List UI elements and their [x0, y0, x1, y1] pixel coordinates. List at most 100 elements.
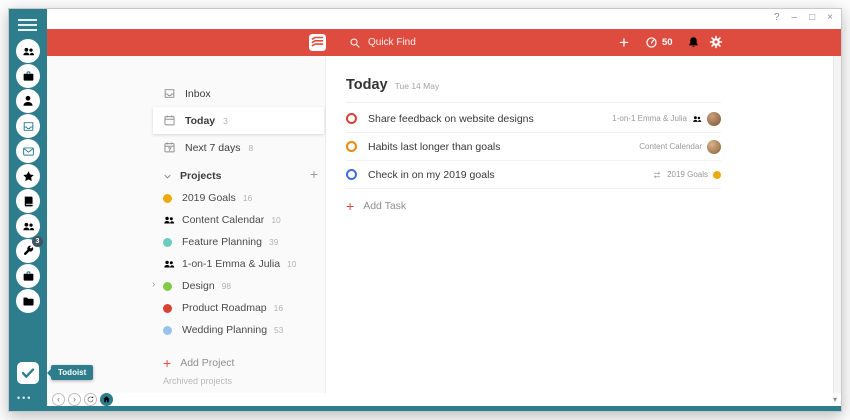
quick-find-search[interactable]: Quick Find	[349, 29, 416, 56]
briefcase-icon[interactable]	[16, 64, 40, 88]
project-name: Design	[182, 280, 215, 292]
task-row[interactable]: Check in on my 2019 goals 2019 Goals	[346, 161, 721, 189]
karma-icon	[645, 36, 658, 49]
forward-button[interactable]: ›	[68, 393, 81, 406]
project-color-dot	[163, 326, 172, 335]
book-icon[interactable]	[16, 189, 40, 213]
add-project-button[interactable]: + Add Project	[163, 355, 324, 371]
add-task-button[interactable]: + Add Task	[346, 198, 721, 214]
project-count: 39	[269, 237, 278, 247]
project-item-product-roadmap[interactable]: Product Roadmap 16	[153, 297, 324, 319]
project-count: 98	[222, 281, 231, 291]
project-color-dot	[163, 194, 172, 203]
home-button[interactable]	[100, 393, 113, 406]
todoist-tooltip: Todoist	[51, 365, 93, 380]
add-project-plus-icon[interactable]: +	[310, 166, 318, 182]
star-icon[interactable]	[16, 164, 40, 188]
nav-item-count: 3	[223, 116, 228, 126]
briefcase-icon[interactable]	[16, 264, 40, 288]
task-project-link[interactable]: 1-on-1 Emma & Julia	[612, 114, 687, 123]
task-project-link[interactable]: 2019 Goals	[667, 170, 708, 179]
page-title: Today	[346, 77, 388, 93]
projects-header: Projects +	[153, 165, 324, 187]
nav-item-label: Inbox	[185, 88, 211, 100]
project-item-wedding-planning[interactable]: Wedding Planning 53	[153, 319, 324, 341]
hamburger-menu-icon[interactable]	[18, 16, 37, 34]
page-date: Tue 14 May	[395, 81, 440, 91]
project-item-2019-goals[interactable]: 2019 Goals 16	[153, 187, 324, 209]
search-icon	[349, 37, 361, 49]
back-button[interactable]: ‹	[52, 393, 65, 406]
minimize-button[interactable]: –	[792, 12, 798, 23]
users-icon[interactable]	[16, 214, 40, 238]
reload-button[interactable]	[84, 393, 97, 406]
settings-button[interactable]	[709, 35, 723, 54]
close-button[interactable]: ×	[827, 12, 833, 23]
nav-item-label: Today	[185, 115, 215, 127]
add-task-label: Add Task	[363, 200, 406, 212]
project-count: 16	[274, 303, 283, 313]
project-item-1-on-1[interactable]: 1-on-1 Emma & Julia 10	[153, 253, 324, 275]
reload-icon	[86, 395, 95, 404]
todoist-logo-icon[interactable]	[309, 34, 326, 56]
project-name: 1-on-1 Emma & Julia	[182, 258, 280, 270]
project-item-content-calendar[interactable]: Content Calendar 10	[153, 209, 324, 231]
projects-label: Projects	[180, 170, 221, 182]
task-row[interactable]: Share feedback on website designs 1-on-1…	[346, 105, 721, 133]
nav-item-label: Next 7 days	[185, 142, 240, 154]
inbox-icon[interactable]	[16, 114, 40, 138]
maximize-button[interactable]: □	[809, 12, 815, 23]
todoist-header: Quick Find + 50	[47, 29, 841, 56]
nav-item-inbox[interactable]: Inbox	[153, 80, 324, 107]
app-window: 3 ••• Todoist ? – □ × Quick Find + 50	[8, 8, 842, 412]
karma-score[interactable]: 50	[645, 29, 673, 56]
scroll-down-arrow[interactable]: ▾	[833, 395, 837, 404]
project-color-dot	[713, 171, 721, 179]
project-color-dot	[163, 282, 172, 291]
search-placeholder: Quick Find	[368, 37, 416, 48]
project-item-design[interactable]: › Design 98	[153, 275, 324, 297]
nav-item-next-7-days[interactable]: Next 7 days 8	[153, 134, 324, 161]
scrollbar[interactable]	[833, 56, 841, 393]
help-button[interactable]: ?	[774, 12, 780, 23]
project-name: Product Roadmap	[182, 302, 267, 314]
notifications-button[interactable]	[687, 36, 700, 54]
plus-icon: +	[346, 198, 354, 214]
app-body: Inbox Today 3 Next 7 days 8 Projects +	[47, 56, 841, 393]
project-count: 53	[274, 325, 283, 335]
karma-count: 50	[662, 37, 673, 48]
task-row[interactable]: Habits last longer than goals Content Ca…	[346, 133, 721, 161]
chevron-down-icon[interactable]	[163, 172, 172, 181]
add-task-header-button[interactable]: +	[619, 30, 629, 55]
mail-icon[interactable]	[16, 139, 40, 163]
expand-chevron-icon[interactable]: ›	[152, 280, 155, 290]
bottom-bar: ‹ › ▾	[47, 393, 841, 406]
nav-buttons: ‹ ›	[52, 393, 113, 406]
task-complete-circle[interactable]	[346, 113, 357, 124]
project-name: Wedding Planning	[182, 324, 267, 336]
app-rail: 3 •••	[9, 9, 47, 411]
users-icon[interactable]	[16, 39, 40, 63]
task-complete-circle[interactable]	[346, 141, 357, 152]
nav-list: Inbox Today 3 Next 7 days 8 Projects +	[153, 80, 324, 371]
more-apps-button[interactable]: •••	[17, 393, 32, 403]
nav-item-today[interactable]: Today 3	[153, 107, 324, 134]
project-count: 10	[271, 215, 280, 225]
nav-panel: Inbox Today 3 Next 7 days 8 Projects +	[47, 56, 326, 393]
folder-icon[interactable]	[16, 289, 40, 313]
gear-icon	[709, 35, 723, 49]
project-item-feature-planning[interactable]: Feature Planning 39	[153, 231, 324, 253]
shared-project-icon	[692, 114, 702, 124]
task-project-link[interactable]: Content Calendar	[639, 142, 702, 151]
person-icon[interactable]	[16, 89, 40, 113]
task-complete-circle[interactable]	[346, 169, 357, 180]
project-name: 2019 Goals	[182, 192, 236, 204]
titlebar: ? – □ ×	[47, 9, 841, 29]
shared-project-icon	[163, 258, 175, 270]
main-content: Today Tue 14 May Share feedback on websit…	[326, 56, 841, 393]
archived-projects-link[interactable]: Archived projects	[163, 376, 232, 386]
todoist-app-icon[interactable]	[16, 361, 40, 385]
home-icon	[102, 395, 111, 404]
tools-icon[interactable]: 3	[16, 239, 40, 263]
recurring-icon	[652, 170, 662, 180]
